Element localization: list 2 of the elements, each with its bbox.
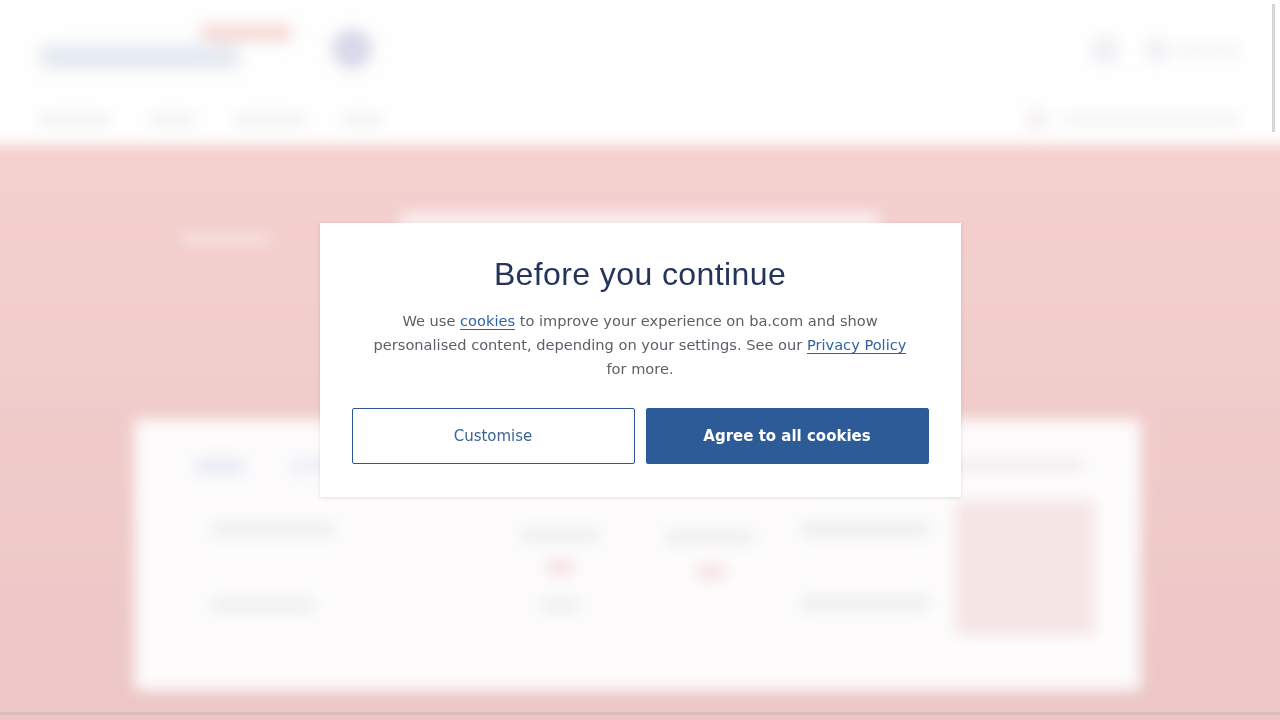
agree-button[interactable]: Agree to all cookies [645,408,929,464]
privacy-policy-link[interactable]: Privacy Policy [806,336,907,354]
